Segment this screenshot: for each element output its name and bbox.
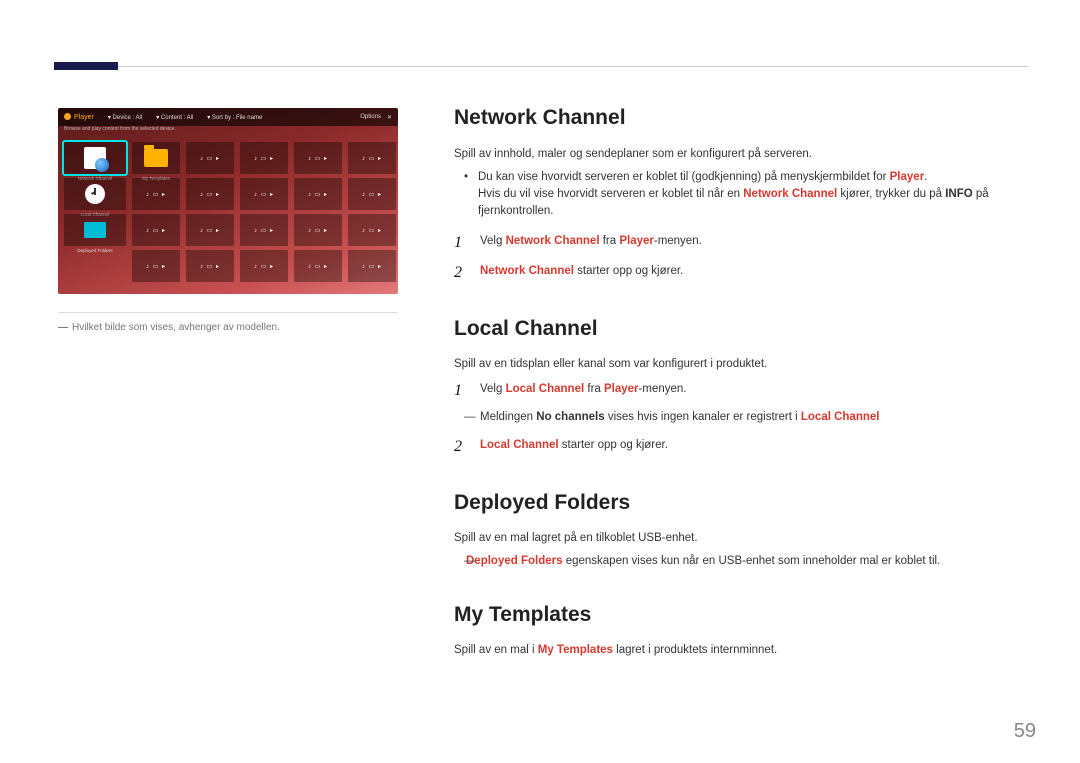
local-note: Meldingen No channels vises hvis ingen k… (454, 409, 1028, 426)
sort-filter: Sort by : File name (207, 114, 262, 121)
screenshot-column: Player Device : All Content : All Sort b… (58, 108, 398, 294)
folder-icon (144, 149, 168, 167)
deployed-intro: Spill av en mal lagret på en tilkoblet U… (454, 530, 1028, 547)
monitor-icon (84, 222, 106, 238)
media-tile: ♪ ▭ ▸ (132, 214, 180, 246)
section-network-channel: Network Channel Spill av innhold, maler … (454, 102, 1028, 285)
network-bullets: Du kan vise hvorvidt serveren er koblet … (454, 169, 1028, 221)
local-intro: Spill av en tidsplan eller kanal som var… (454, 356, 1028, 373)
section-local-channel: Local Channel Spill av en tidsplan eller… (454, 313, 1028, 459)
step-number: 2 (454, 261, 468, 285)
media-tile: ♪ ▭ ▸ (294, 142, 342, 174)
media-tile: ♪ ▭ ▸ (294, 214, 342, 246)
local-step-2: 2 Local Channel starter opp og kjører. (454, 435, 1028, 459)
media-tile: ♪ ▭ ▸ (294, 250, 342, 282)
media-tile: ♪ ▭ ▸ (294, 178, 342, 210)
media-tile: ♪ ▭ ▸ (348, 178, 396, 210)
step-number: 1 (454, 231, 468, 255)
media-tile: ♪ ▭ ▸ (348, 214, 396, 246)
section-my-templates: My Templates Spill av en mal i My Templa… (454, 599, 1028, 660)
player-header: Player Device : All Content : All Sort b… (58, 108, 398, 126)
media-tile: ♪ ▭ ▸ (186, 142, 234, 174)
heading-deployed-folders: Deployed Folders (454, 487, 1028, 519)
media-tile: ♪ ▭ ▸ (132, 250, 180, 282)
player-label: Player (64, 113, 94, 121)
main-content: Network Channel Spill av innhold, maler … (454, 102, 1028, 665)
tile-deployed-folders: Deployed Folders (64, 214, 126, 246)
header-right: Options ✕ (360, 114, 392, 121)
header-accent (54, 62, 118, 70)
tile-local-channel: Local Channel (64, 178, 126, 210)
header-rule (54, 66, 1028, 67)
media-tile: ♪ ▭ ▸ (186, 214, 234, 246)
heading-my-templates: My Templates (454, 599, 1028, 631)
media-tile: ♪ ▭ ▸ (186, 250, 234, 282)
tile-network-channel: Network Channel (64, 142, 126, 174)
tile-my-templates: My Templates (132, 142, 180, 174)
network-step-1: 1 Velg Network Channel fra Player-menyen… (454, 231, 1028, 255)
network-bullet-1: Du kan vise hvorvidt serveren er koblet … (478, 169, 1028, 221)
media-tile: ♪ ▭ ▸ (240, 142, 288, 174)
device-filter: Device : All (108, 114, 142, 121)
screenshot-caption: ―Hvilket bilde som vises, avhenger av mo… (58, 322, 280, 333)
media-tile: ♪ ▭ ▸ (186, 178, 234, 210)
document-page: Player Device : All Content : All Sort b… (0, 0, 1080, 763)
local-step-1: 1 Velg Local Channel fra Player-menyen. (454, 379, 1028, 403)
heading-local-channel: Local Channel (454, 313, 1028, 345)
media-tile: ♪ ▭ ▸ (240, 250, 288, 282)
media-tile: ♪ ▭ ▸ (348, 142, 396, 174)
clock-icon (85, 184, 105, 204)
content-filter: Content : All (156, 114, 193, 121)
options-label: Options (360, 114, 381, 121)
calendar-globe-icon (84, 147, 106, 169)
network-step-2: 2 Network Channel starter opp og kjører. (454, 261, 1028, 285)
player-screenshot: Player Device : All Content : All Sort b… (58, 108, 398, 294)
close-icon: ✕ (387, 114, 392, 121)
caption-divider (58, 312, 398, 313)
step-number: 1 (454, 379, 468, 403)
media-tile: ♪ ▭ ▸ (240, 178, 288, 210)
media-tile: ♪ ▭ ▸ (240, 214, 288, 246)
page-number: 59 (1014, 720, 1036, 743)
player-subtitle: Browse and play content from the selecte… (64, 126, 176, 132)
section-deployed-folders: Deployed Folders Spill av en mal lagret … (454, 487, 1028, 571)
media-tile: ♪ ▭ ▸ (132, 178, 180, 210)
empty-tile (64, 250, 126, 282)
templates-intro: Spill av en mal i My Templates lagret i … (454, 642, 1028, 659)
step-number: 2 (454, 435, 468, 459)
tile-grid: Network Channel My Templates ♪ ▭ ▸ ♪ ▭ ▸… (64, 142, 392, 288)
media-tile: ♪ ▭ ▸ (348, 250, 396, 282)
network-intro: Spill av innhold, maler og sendeplaner s… (454, 146, 1028, 163)
heading-network-channel: Network Channel (454, 102, 1028, 134)
deployed-note: Deployed Folders egenskapen vises kun nå… (454, 553, 1028, 570)
